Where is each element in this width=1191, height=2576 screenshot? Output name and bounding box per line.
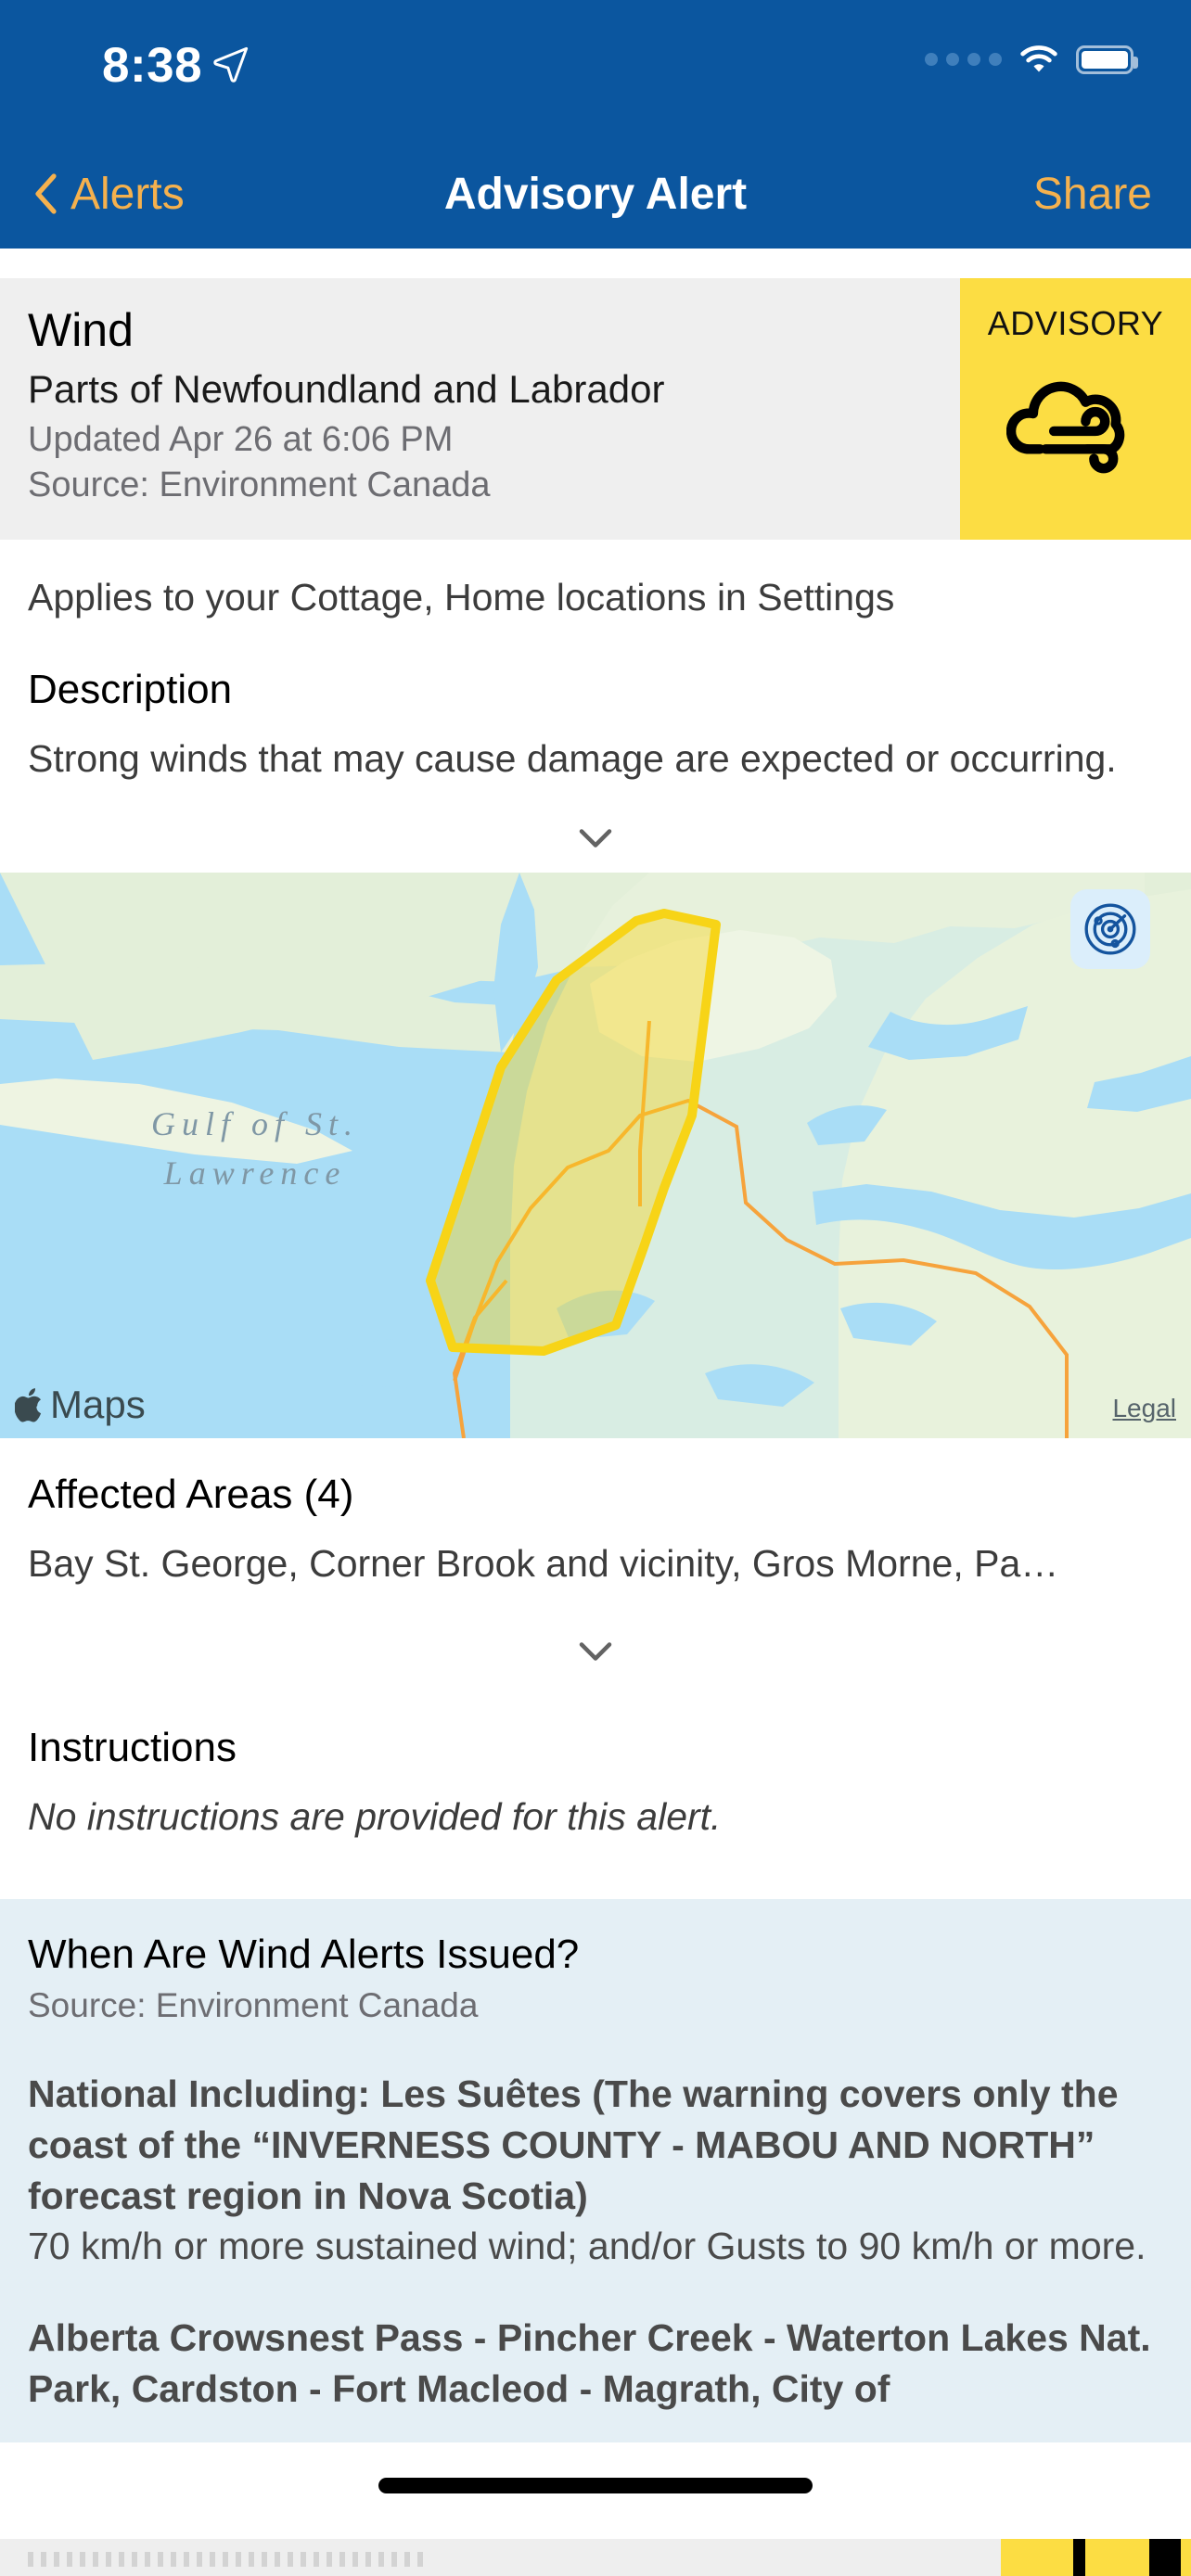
apple-logo-icon <box>15 1388 42 1422</box>
scroll-content: Wind Parts of Newfoundland and Labrador … <box>0 249 1191 2443</box>
wifi-icon <box>1020 45 1057 72</box>
home-indicator[interactable] <box>378 2478 813 2493</box>
map-legal-link[interactable]: Legal <box>1112 1394 1176 1423</box>
alert-region: Parts of Newfoundland and Labrador <box>28 367 665 411</box>
affected-areas-expand-button[interactable] <box>0 1616 1191 1686</box>
instructions-heading: Instructions <box>0 1685 1191 1771</box>
peek-text-placeholder <box>28 2552 427 2567</box>
share-button[interactable]: Share <box>1033 139 1152 249</box>
map-graphic <box>0 873 1191 1439</box>
description-heading: Description <box>0 622 1191 714</box>
info-entry-heading: Alberta Crowsnest Pass - Pincher Creek -… <box>28 2316 1151 2411</box>
alert-type-title: Wind <box>28 304 134 356</box>
instructions-text: No instructions are provided for this al… <box>0 1770 1191 1842</box>
radar-icon <box>1084 903 1136 955</box>
alert-summary-card: Wind Parts of Newfoundland and Labrador … <box>0 278 1191 540</box>
alert-summary-text: Wind Parts of Newfoundland and Labrador … <box>0 278 960 540</box>
chevron-down-icon <box>579 829 612 848</box>
peek-badge-placeholder <box>1001 2539 1191 2576</box>
status-bar: 8:38 <box>0 0 1191 139</box>
info-panel-title: When Are Wind Alerts Issued? <box>28 1931 580 1977</box>
description-text: Strong winds that may cause damage are e… <box>0 713 1191 784</box>
alert-detail-screen: 8:38 Alerts Advisory Alert Share Wind Pa… <box>0 0 1191 2576</box>
home-indicator-area <box>0 2450 1191 2539</box>
page-title: Advisory Alert <box>443 169 748 219</box>
radar-toggle-button[interactable] <box>1070 889 1150 970</box>
alert-updated-timestamp: Updated Apr 26 at 6:06 PM <box>28 420 454 460</box>
status-bar-indicators <box>925 45 1138 74</box>
alert-source: Source: Environment Canada <box>28 465 491 504</box>
info-entry-heading: National Including: Les Suêtes (The warn… <box>28 2072 1119 2217</box>
battery-full-icon <box>1076 45 1138 74</box>
navigation-bar: Alerts Advisory Alert Share <box>0 139 1191 249</box>
wind-alerts-info-panel: When Are Wind Alerts Issued? Source: Env… <box>0 1898 1191 2443</box>
cloud-wind-icon <box>1005 381 1124 474</box>
applies-to-text: Applies to your Cottage, Home locations … <box>0 540 1191 623</box>
chevron-down-icon <box>579 1641 612 1661</box>
alert-area-map[interactable]: Gulf of St. Lawrence Maps Legal <box>0 873 1191 1439</box>
map-attribution: Maps <box>15 1383 146 1427</box>
info-panel-source: Source: Environment Canada <box>28 1986 479 2025</box>
map-attribution-label: Maps <box>50 1383 146 1427</box>
severity-label: ADVISORY <box>987 304 1164 342</box>
affected-areas-heading: Affected Areas (4) <box>0 1438 1191 1519</box>
cellular-dots-icon <box>925 53 1002 66</box>
top-spacer <box>0 249 1191 278</box>
description-expand-button[interactable] <box>0 804 1191 874</box>
severity-badge: ADVISORY <box>960 278 1191 540</box>
affected-areas-text: Bay St. George, Corner Brook and vicinit… <box>0 1518 1191 1589</box>
background-app-peek <box>0 2539 1191 2576</box>
status-bar-time: 8:38 <box>102 38 203 93</box>
instructions-spacer <box>0 1841 1191 1899</box>
info-entry-body: 70 km/h or more sustained wind; and/or G… <box>28 2225 1146 2268</box>
location-arrow-icon <box>213 46 249 83</box>
